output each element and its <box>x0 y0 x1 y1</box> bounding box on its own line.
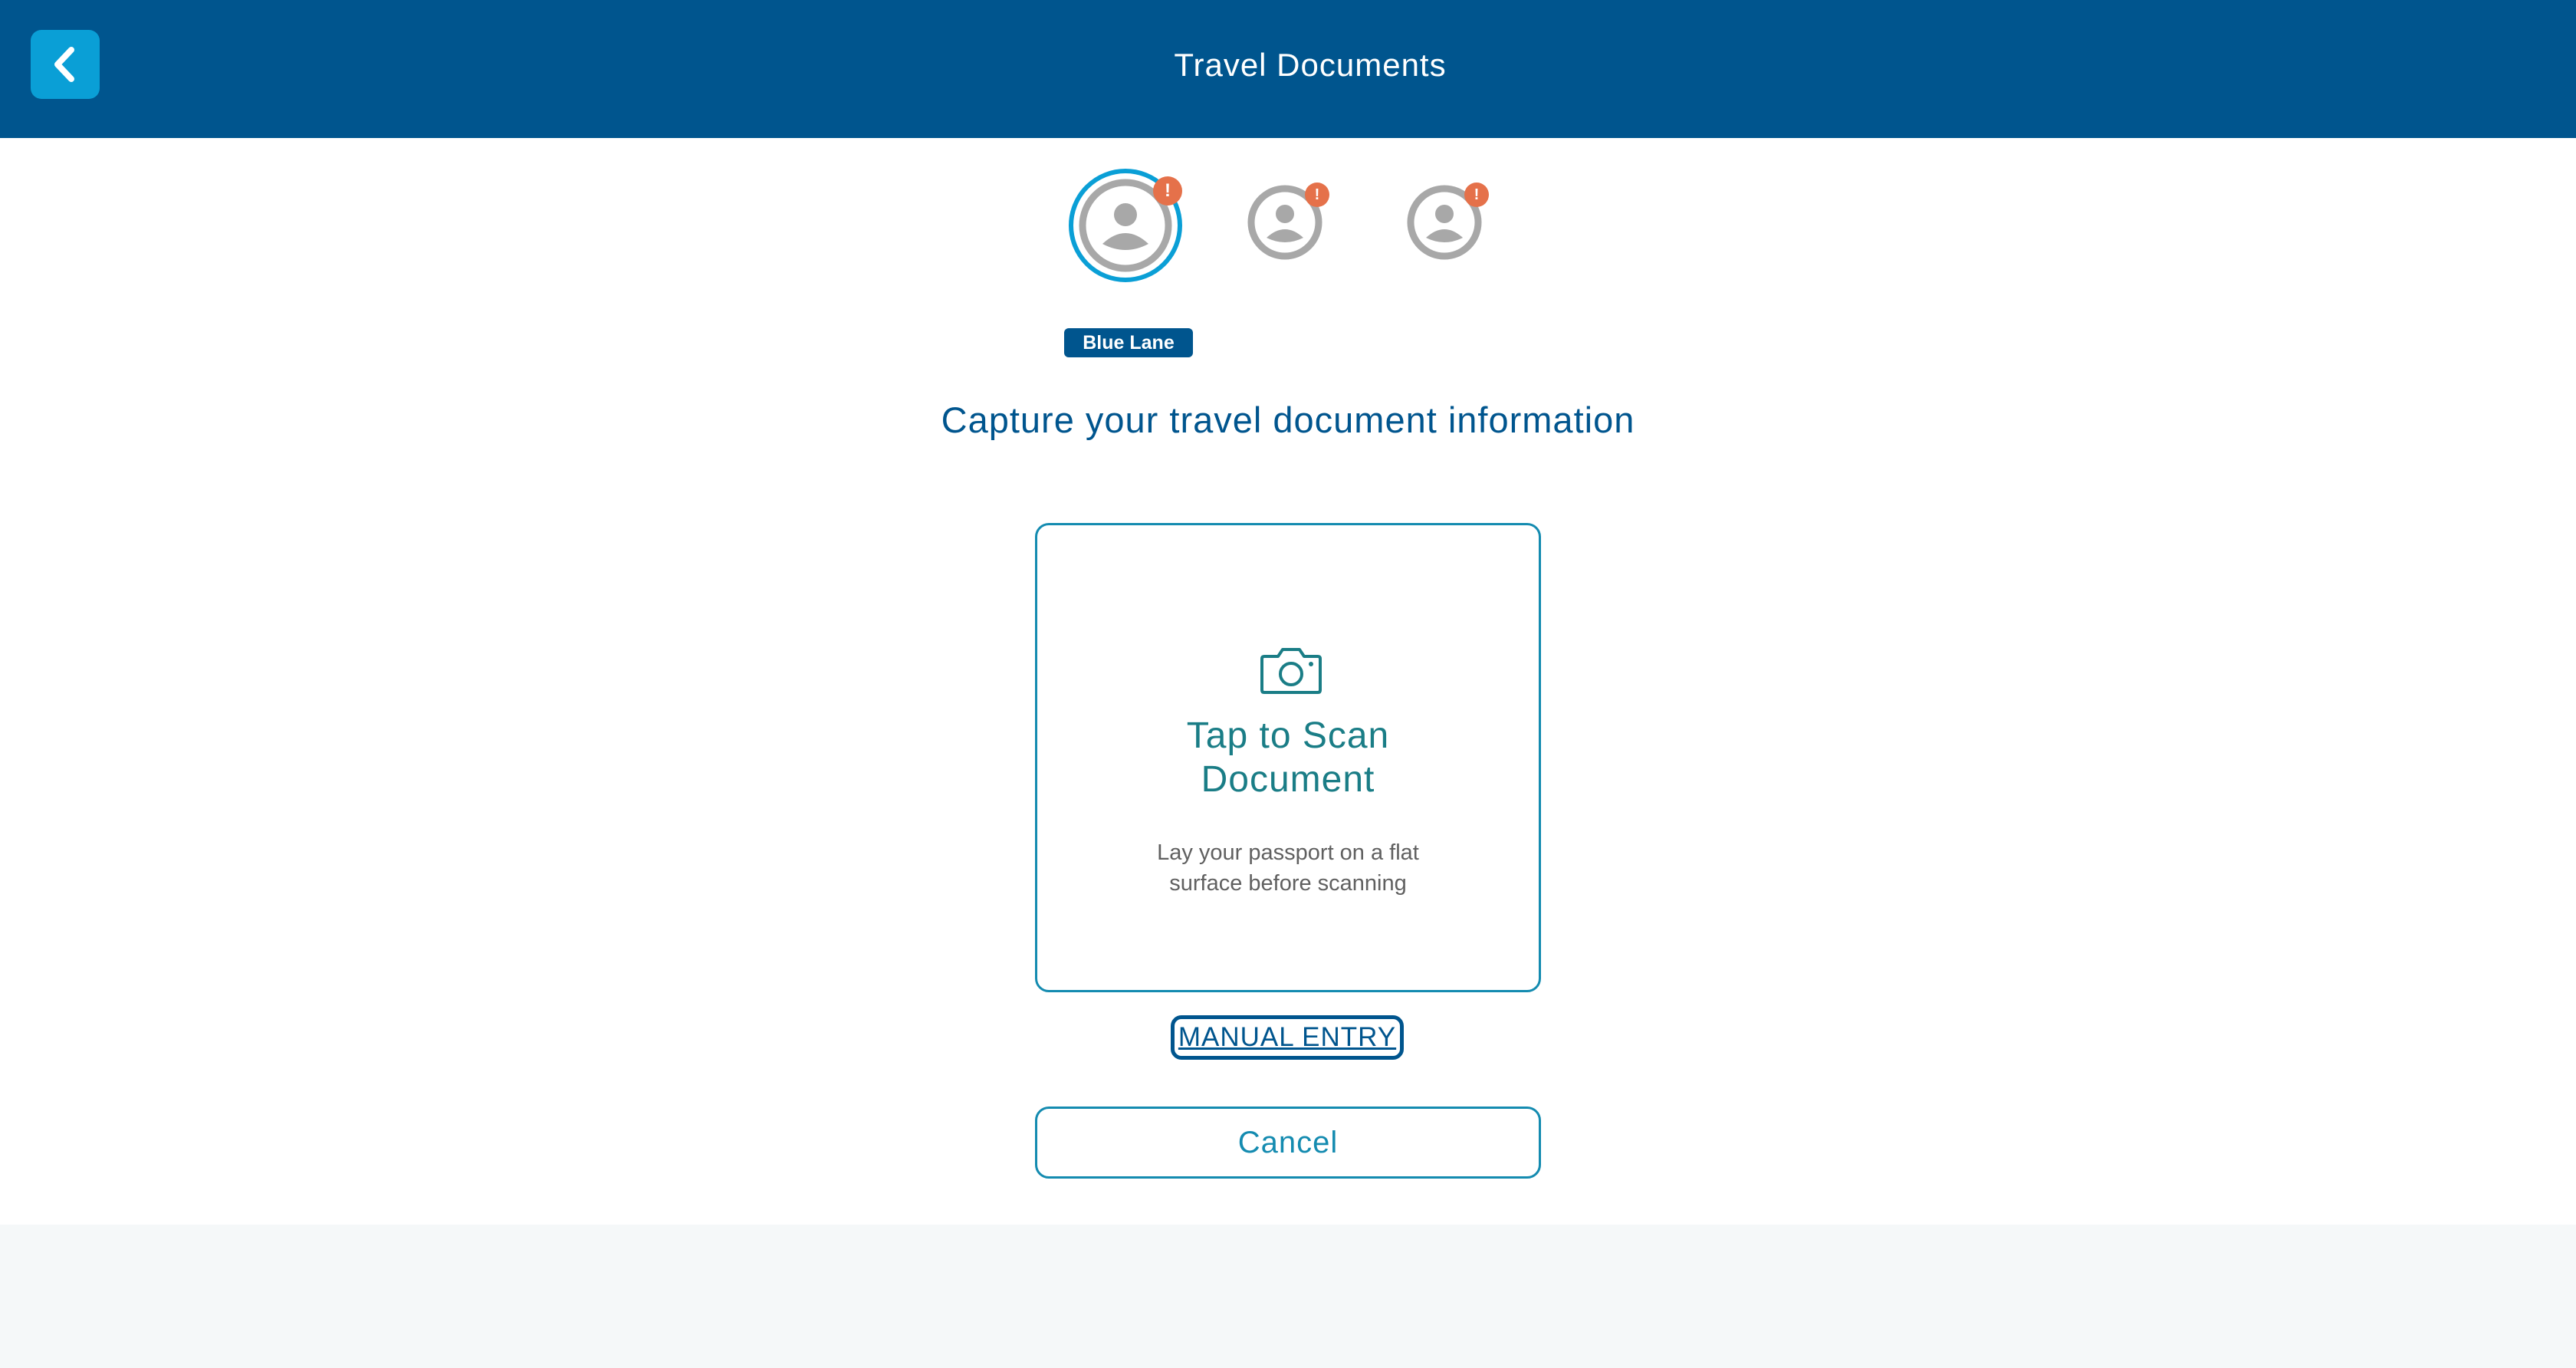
guest-avatar-2[interactable]: ! <box>1247 183 1329 261</box>
alert-badge: ! <box>1305 183 1329 207</box>
page-title: Travel Documents <box>1174 47 1447 83</box>
footer-area <box>0 1225 2576 1368</box>
manual-entry-link[interactable]: MANUAL ENTRY <box>1171 1015 1404 1060</box>
section-heading: Capture your travel document information <box>941 400 1635 440</box>
alert-badge: ! <box>1464 183 1489 207</box>
alert-badge: ! <box>1153 176 1182 206</box>
scan-hint-line: Lay your passport on a flat <box>1157 840 1419 865</box>
blue-lane-badge: Blue Lane <box>1064 328 1193 357</box>
app-header: Travel Documents <box>0 0 2576 138</box>
camera-icon <box>1260 648 1322 694</box>
guest-avatar-3[interactable]: ! <box>1406 183 1489 261</box>
guest-avatar-1[interactable]: ! <box>1069 169 1182 282</box>
main-content: ! ! ! Blue Lane Capture your travel docu… <box>0 138 2576 1225</box>
scan-document-card[interactable]: Tap to Scan Document Lay your passport o… <box>1035 523 1541 992</box>
scan-title-line: Document <box>1201 759 1375 800</box>
scan-title: Tap to Scan Document <box>1037 714 1539 801</box>
scan-hint-line: surface before scanning <box>1169 871 1407 896</box>
scan-title-line: Tap to Scan <box>1186 715 1390 756</box>
cancel-button[interactable]: Cancel <box>1035 1107 1541 1179</box>
scan-hint: Lay your passport on a flat surface befo… <box>1037 837 1539 899</box>
